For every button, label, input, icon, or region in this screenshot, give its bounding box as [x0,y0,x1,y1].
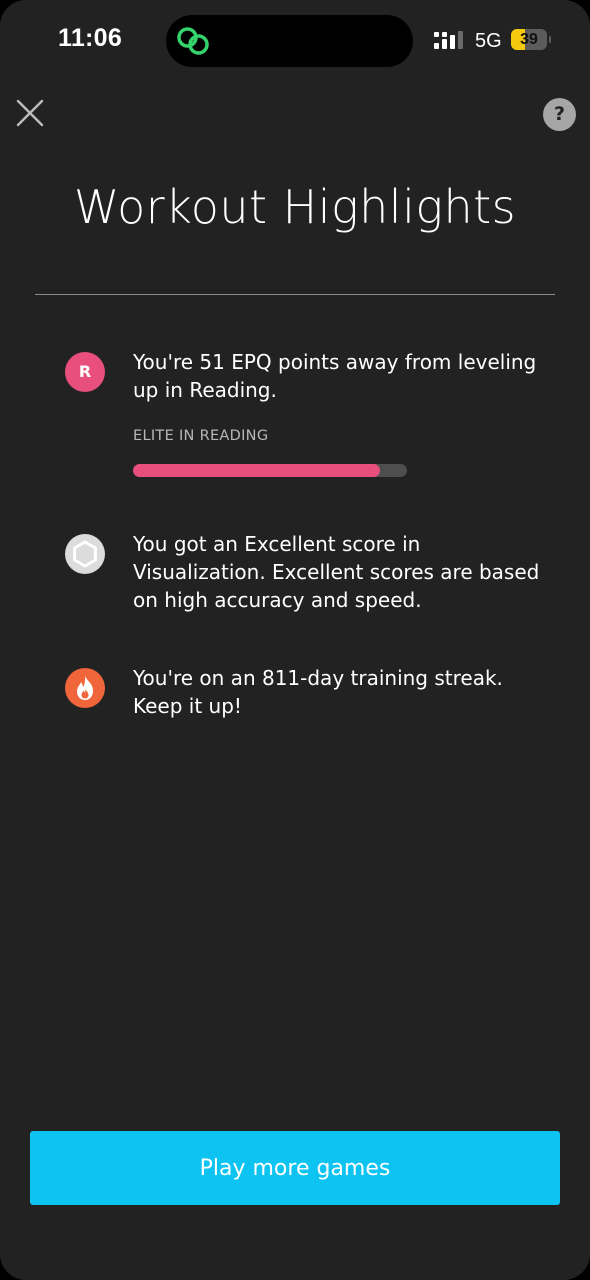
visualization-highlight-text: You got an Excellent score in Visualizat… [133,532,540,612]
level-label: ELITE IN READING [133,428,269,444]
level-progress-bar [133,464,407,477]
play-more-games-button[interactable]: Play more games [30,1131,560,1205]
level-progress-fill [133,464,380,477]
page-title: Workout Highlights [73,180,517,234]
battery-level: 39 [520,31,538,48]
battery-nub [549,36,551,43]
help-button[interactable]: ? [543,98,576,131]
reading-highlight-text: You're 51 EPQ points away from leveling … [133,350,537,402]
streak-highlight-text: You're on an 811-day training streak. Ke… [133,666,503,718]
flame-icon [65,668,105,708]
battery-body: 39 [511,29,547,50]
cellular-signal-icon [434,31,463,49]
header-divider [35,294,555,295]
dynamic-island [166,15,413,67]
workout-highlights-screen: 11:06 5G 39 ? Workout Highlights R You'r… [0,0,590,1280]
hexagon-icon [65,534,105,574]
status-time: 11:06 [58,24,123,52]
battery-indicator: 39 [511,29,551,50]
network-type: 5G [475,30,502,52]
close-icon[interactable] [14,97,46,129]
chain-link-icon [177,27,209,55]
reading-badge-icon: R [65,352,105,392]
